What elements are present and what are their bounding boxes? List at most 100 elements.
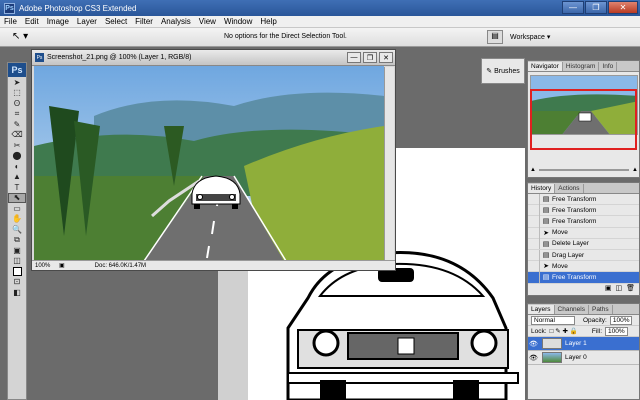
toolbox-logo: Ps [8,63,26,77]
options-message: No options for the Direct Selection Tool… [224,33,347,40]
maximize-button[interactable]: ❐ [585,1,607,14]
lasso-tool-icon[interactable]: ʘ [8,98,26,109]
menu-analysis[interactable]: Analysis [161,17,191,26]
tab-paths[interactable]: Paths [589,305,613,314]
hand-tool-icon[interactable]: ✋ [8,214,26,225]
document-status-bar: 100% ▣ Doc: 646.0K/1.47M [32,260,395,270]
new-snapshot-icon[interactable]: ◫ [615,284,622,293]
opacity-input[interactable]: 100% [609,315,633,325]
menu-file[interactable]: File [4,17,17,26]
menu-layer[interactable]: Layer [77,17,97,26]
history-item-label: Free Transform [552,206,597,214]
tab-history[interactable]: History [528,184,556,193]
layer-icon: ▤ [542,240,550,248]
3d-tool-icon[interactable]: ◫ [8,256,26,267]
history-item[interactable]: ▤ Drag Layer [528,249,639,262]
layer-name: Layer 1 [565,340,587,347]
layer-icon: ▤ [542,252,550,260]
transform-icon: ▤ [542,196,550,204]
navigator-view-box[interactable] [530,89,637,150]
eraser-tool-icon[interactable]: ⌫ [8,130,26,141]
slice-tool-icon[interactable]: ✂ [8,140,26,151]
car-thumbnail [191,175,241,209]
layer-row[interactable]: 👁 Layer 0 [528,351,639,365]
direct-selection-tool-icon[interactable]: ⬉ [8,192,26,203]
dodge-tool-icon[interactable]: ◐ [8,161,26,172]
notes-tool-icon[interactable]: ⧉ [8,235,26,246]
move-tool-icon[interactable]: ➤ [8,77,26,88]
document-title-bar[interactable]: Ps Screenshot_21.png @ 100% (Layer 1, RG… [32,50,395,66]
options-bar: ↖ ▾ No options for the Direct Selection … [0,28,640,47]
new-document-icon[interactable]: ▣ [605,284,612,293]
lock-icons[interactable]: □ ✎ ✚ 🔒 [550,327,578,335]
document-window[interactable]: Ps Screenshot_21.png @ 100% (Layer 1, RG… [31,49,396,271]
zoom-tool-icon[interactable]: 🔍 [8,224,26,235]
layer-name: Layer 0 [565,354,587,361]
menu-image[interactable]: Image [47,17,69,26]
doc-maximize-button[interactable]: ❐ [363,52,377,63]
layers-tabs: Layers Channels Paths [528,304,639,315]
screen-mode-icon[interactable]: ◧ [8,287,26,298]
eye-icon[interactable]: 👁 [528,340,539,348]
eye-icon[interactable]: 👁 [528,354,539,362]
brushes-panel-button[interactable]: ✎ Brushes [481,58,525,84]
menu-edit[interactable]: Edit [25,17,39,26]
doc-minimize-button[interactable]: — [347,52,361,63]
history-item[interactable]: ➤ Move [528,227,639,239]
workspace-menu[interactable]: Workspace ▾ [510,33,550,41]
doc-close-button[interactable]: ✕ [379,52,393,63]
eyedropper-tool-icon[interactable]: ▣ [8,245,26,256]
zoom-level[interactable]: 100% [35,263,59,269]
direct-selection-arrow-icon[interactable]: ↖ ▾ [12,31,28,42]
layer-row-selected[interactable]: 👁 Layer 1 [528,337,639,351]
app-title: Adobe Photoshop CS3 Extended [19,3,137,13]
menu-select[interactable]: Select [105,17,127,26]
tab-channels[interactable]: Channels [555,305,589,314]
menu-window[interactable]: Window [224,17,252,26]
type-tool-icon[interactable]: T [8,182,26,193]
history-item-label: Move [552,262,568,270]
history-item[interactable]: ▤ Delete Layer [528,238,639,250]
history-item-selected[interactable]: ▤ Free Transform [528,271,639,284]
document-vertical-scrollbar[interactable] [384,67,394,260]
trash-icon[interactable]: 🗑 [626,284,635,293]
color-swatch-icon[interactable] [8,266,26,277]
zoom-out-icon[interactable]: ▲ [530,167,536,173]
history-panel: History Actions ▤ Free Transform ▤ Free Tr… [527,182,640,296]
zoom-slider[interactable] [538,168,630,171]
sharpen-tool-icon[interactable]: ▲ [8,172,26,183]
rectangle-tool-icon[interactable]: ▭ [8,203,26,214]
minimize-button[interactable]: — [562,1,584,14]
close-button[interactable]: ✕ [608,1,638,14]
document-canvas[interactable] [34,66,384,261]
healing-tool-icon[interactable]: ⬤ [8,151,26,162]
marquee-tool-icon[interactable]: ⬚ [8,88,26,99]
history-item[interactable]: ▤ Free Transform [528,193,639,206]
bridge-icon[interactable]: ▤ [487,30,503,44]
tab-navigator[interactable]: Navigator [528,62,563,71]
window-controls: — ❐ ✕ [562,1,638,14]
blend-mode-select[interactable]: Normal [531,315,575,325]
fill-input[interactable]: 100% [605,326,628,336]
app-title-bar: Ps Adobe Photoshop CS3 Extended — ❐ ✕ [0,0,640,16]
menu-view[interactable]: View [199,17,216,26]
history-item[interactable]: ▤ Free Transform [528,215,639,228]
menu-help[interactable]: Help [260,17,276,26]
status-icon[interactable]: ▣ [59,262,65,269]
history-item[interactable]: ▤ Free Transform [528,204,639,217]
crop-tool-icon[interactable]: ✎ [8,119,26,130]
history-item-label: Delete Layer [552,240,589,248]
tab-histogram[interactable]: Histogram [563,62,600,71]
tab-actions[interactable]: Actions [555,184,584,193]
menu-filter[interactable]: Filter [135,17,153,26]
history-item-label: Move [552,229,568,237]
transform-icon: ▤ [542,274,550,282]
history-footer: ▣ ◫ 🗑 [528,284,639,293]
tab-layers[interactable]: Layers [528,305,555,314]
quick-selection-tool-icon[interactable]: ⌗ [8,109,26,120]
tab-info[interactable]: Info [599,62,618,71]
quick-mask-icon[interactable]: ⊡ [8,277,26,288]
history-item[interactable]: ➤ Move [528,260,639,273]
document-window-controls: — ❐ ✕ [347,52,393,63]
zoom-in-icon[interactable]: ▲ [632,167,638,173]
